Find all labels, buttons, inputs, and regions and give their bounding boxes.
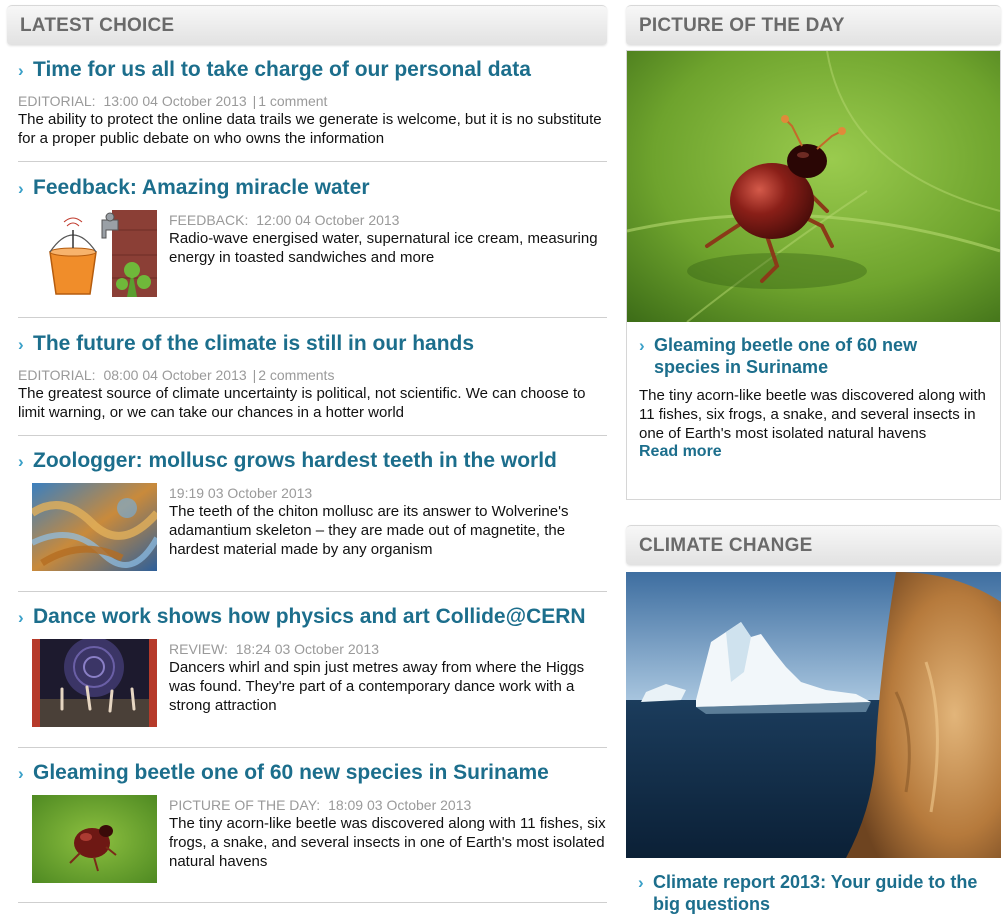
chevron-right-icon: ›	[638, 873, 644, 892]
climate-change-image[interactable]	[626, 572, 1001, 858]
chevron-right-icon: ›	[18, 608, 24, 627]
divider	[18, 435, 607, 436]
article-title-link[interactable]: › Dance work shows how physics and art C…	[18, 604, 607, 631]
chevron-right-icon: ›	[18, 764, 24, 783]
article-title: Dance work shows how physics and art Col…	[33, 605, 586, 628]
article-title: Feedback: Amazing miracle water	[33, 176, 370, 199]
feedback-cartoon-thumbnail[interactable]	[32, 210, 157, 297]
article-category: FEEDBACK:	[169, 212, 249, 228]
picture-of-day-image[interactable]	[627, 51, 1000, 322]
chevron-right-icon: ›	[18, 61, 24, 80]
article-time: 08:00 04 October 2013	[103, 367, 247, 383]
picture-of-day-title: PICTURE OF THE DAY	[639, 15, 845, 36]
chevron-right-icon: ›	[18, 335, 24, 354]
article-summary: The tiny acorn-like beetle was discovere…	[169, 815, 606, 870]
climate-change-header: CLIMATE CHANGE	[626, 525, 1001, 565]
climate-report-link[interactable]: › Climate report 2013: Your guide to the…	[638, 871, 998, 915]
latest-choice-title: LATEST CHOICE	[20, 15, 175, 36]
divider	[18, 161, 607, 162]
article-category: EDITORIAL:	[18, 367, 96, 383]
divider	[18, 902, 607, 903]
article-title: The future of the climate is still in ou…	[33, 332, 475, 355]
picture-of-day-summary: The tiny acorn-like beetle was discovere…	[639, 387, 986, 442]
article-item: › Gleaming beetle one of 60 new species …	[18, 760, 607, 883]
climate-change-title: CLIMATE CHANGE	[639, 535, 813, 556]
article-category: REVIEW:	[169, 641, 228, 657]
latest-choice-header: LATEST CHOICE	[7, 5, 607, 45]
article-summary: The ability to protect the online data t…	[18, 111, 602, 147]
picture-of-day-header: PICTURE OF THE DAY	[626, 5, 1001, 45]
mollusc-thumbnail[interactable]	[32, 483, 157, 571]
article-category: EDITORIAL:	[18, 93, 96, 109]
divider	[18, 591, 607, 592]
chevron-right-icon: ›	[18, 179, 24, 198]
article-summary: The greatest source of climate uncertain…	[18, 385, 586, 421]
article-meta: EDITORIAL: 08:00 04 October 2013 | 2 comm…	[18, 366, 607, 384]
beetle-thumbnail[interactable]	[32, 795, 157, 883]
article-item: › The future of the climate is still in …	[18, 331, 607, 422]
comments-link[interactable]: 1 comment	[258, 93, 327, 109]
picture-of-day-card: › Gleaming beetle one of 60 new species …	[626, 50, 1001, 500]
article-meta: PICTURE OF THE DAY: 18:09 03 October 201…	[169, 796, 607, 814]
article-meta: EDITORIAL: 13:00 04 October 2013 | 1 comm…	[18, 92, 607, 110]
article-item: › Zoologger: mollusc grows hardest teeth…	[18, 448, 607, 571]
article-time: 12:00 04 October 2013	[256, 212, 400, 228]
picture-of-day-title-link[interactable]: › Gleaming beetle one of 60 new species …	[639, 334, 988, 378]
article-item: › Feedback: Amazing miracle water FEEDBA…	[18, 175, 607, 297]
article-title-link[interactable]: › Feedback: Amazing miracle water	[18, 175, 607, 202]
article-title-link[interactable]: › The future of the climate is still in …	[18, 331, 607, 358]
article-summary: Dancers whirl and spin just metres away …	[169, 659, 585, 714]
article-item: › Time for us all to take charge of our …	[18, 57, 607, 148]
climate-report-title: Climate report 2013: Your guide to the b…	[653, 872, 978, 914]
chevron-right-icon: ›	[18, 452, 24, 471]
article-title-link[interactable]: › Zoologger: mollusc grows hardest teeth…	[18, 448, 607, 475]
chevron-right-icon: ›	[639, 336, 645, 355]
divider	[18, 317, 607, 318]
article-time: 19:19 03 October 2013	[169, 485, 313, 501]
article-meta: FEEDBACK: 12:00 04 October 2013	[169, 211, 607, 229]
article-title: Time for us all to take charge of our pe…	[33, 58, 531, 81]
article-time: 13:00 04 October 2013	[103, 93, 247, 109]
comments-link[interactable]: 2 comments	[258, 367, 334, 383]
article-title-link[interactable]: › Gleaming beetle one of 60 new species …	[18, 760, 607, 787]
article-summary: The teeth of the chiton mollusc are its …	[169, 503, 569, 558]
article-summary: Radio-wave energised water, supernatural…	[169, 230, 598, 266]
article-time: 18:09 03 October 2013	[328, 797, 472, 813]
article-time: 18:24 03 October 2013	[235, 641, 379, 657]
article-meta: REVIEW: 18:24 03 October 2013	[169, 640, 607, 658]
article-title: Gleaming beetle one of 60 new species in…	[33, 761, 549, 784]
article-title-link[interactable]: › Time for us all to take charge of our …	[18, 57, 607, 84]
dance-thumbnail[interactable]	[32, 639, 157, 727]
article-category: PICTURE OF THE DAY:	[169, 797, 321, 813]
article-title: Zoologger: mollusc grows hardest teeth i…	[33, 449, 557, 472]
divider	[18, 747, 607, 748]
article-meta: 19:19 03 October 2013	[169, 484, 607, 502]
read-more-link[interactable]: Read more	[639, 443, 722, 460]
picture-of-day-headline: Gleaming beetle one of 60 new species in…	[654, 335, 918, 377]
article-item: › Dance work shows how physics and art C…	[18, 604, 607, 727]
